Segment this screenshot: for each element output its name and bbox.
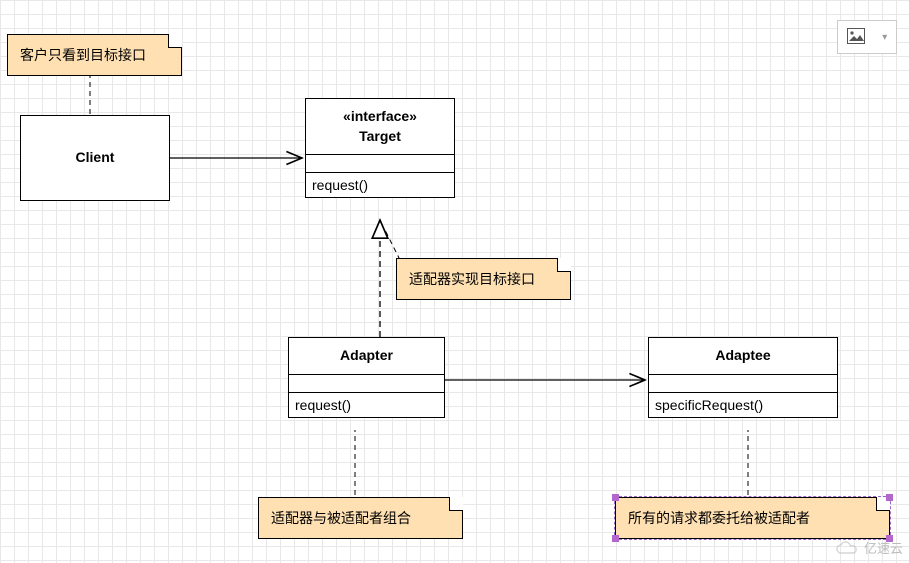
note-adapter-implements-target[interactable]: 适配器实现目标接口 bbox=[396, 258, 571, 300]
note-fold-icon bbox=[449, 497, 463, 511]
attributes-compartment bbox=[289, 375, 444, 393]
interface-target[interactable]: «interface» Target request() bbox=[305, 98, 455, 198]
operation: specificRequest() bbox=[655, 397, 763, 413]
class-adapter[interactable]: Adapter request() bbox=[288, 337, 445, 418]
class-name: Target bbox=[312, 127, 448, 147]
note-fold-icon bbox=[557, 258, 571, 272]
operation: request() bbox=[295, 397, 351, 413]
note-adaptee-delegate[interactable]: 所有的请求都委托给被适配者 bbox=[615, 497, 890, 539]
class-client[interactable]: Client bbox=[20, 115, 170, 201]
note-text: 客户只看到目标接口 bbox=[20, 47, 146, 63]
note-text: 适配器与被适配者组合 bbox=[271, 510, 411, 526]
selection-handle[interactable] bbox=[612, 535, 619, 542]
note-text: 适配器实现目标接口 bbox=[409, 271, 535, 287]
watermark: 亿速云 bbox=[834, 538, 903, 557]
anchor-adapter-impl-note bbox=[384, 228, 400, 260]
attributes-compartment bbox=[306, 155, 454, 173]
class-name: Adaptee bbox=[715, 347, 770, 363]
chevron-down-icon: ▾ bbox=[882, 32, 887, 43]
note-text: 所有的请求都委托给被适配者 bbox=[628, 510, 810, 526]
note-fold-icon bbox=[168, 34, 182, 48]
class-adaptee[interactable]: Adaptee specificRequest() bbox=[648, 337, 838, 418]
stereotype-label: «interface» bbox=[312, 107, 448, 127]
image-icon bbox=[847, 28, 865, 47]
class-name: Adapter bbox=[340, 347, 393, 363]
class-name: Client bbox=[76, 149, 115, 165]
note-client-sees-target[interactable]: 客户只看到目标接口 bbox=[7, 34, 182, 76]
attributes-compartment bbox=[649, 375, 837, 393]
cloud-icon bbox=[834, 540, 860, 556]
note-adapter-compose-adaptee[interactable]: 适配器与被适配者组合 bbox=[258, 497, 463, 539]
selection-handle[interactable] bbox=[612, 494, 619, 501]
diagram-canvas: 客户只看到目标接口 适配器实现目标接口 适配器与被适配者组合 所有的请求都委托给… bbox=[0, 0, 909, 563]
watermark-text: 亿速云 bbox=[864, 538, 903, 557]
image-tool-dropdown[interactable]: ▾ bbox=[837, 20, 897, 54]
operation: request() bbox=[312, 177, 368, 193]
selection-handle[interactable] bbox=[886, 494, 893, 501]
